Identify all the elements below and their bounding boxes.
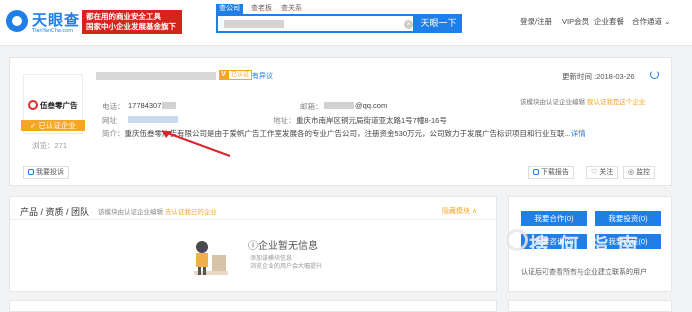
invest-button[interactable]: 我要投资(0) [595, 211, 661, 226]
verified-company-badge: ✓ 已认证企业 [21, 120, 85, 131]
products-note: 该模块由认证企业编辑 去认证我已的企业 [98, 206, 217, 216]
email-label: 邮箱： [300, 102, 323, 111]
products-section: 产品 / 资质 / 团队 该模块由认证企业编辑 去认证我已的企业 隐藏模块 ∧ … [9, 196, 497, 292]
eye-icon: ◎ [628, 169, 635, 176]
section-divider [10, 219, 496, 220]
brand-name[interactable]: 天眼查 [32, 9, 80, 30]
next-section-edge [9, 300, 497, 312]
company-name-blurred [96, 72, 216, 80]
brand-logo-icon[interactable] [6, 10, 28, 32]
website-blurred[interactable] [128, 116, 178, 123]
tab-boss[interactable]: 查老板 [248, 4, 275, 14]
search-input[interactable]: × [216, 14, 415, 33]
search-button[interactable]: 天眼一下 [415, 14, 462, 33]
monitor-button[interactable]: ◎ 监控 [623, 166, 656, 179]
empty-title: ⓘ企业暂无信息 [248, 237, 318, 252]
module-notice: 该模块由认证企业编辑 我认证我是这个企业 [520, 96, 645, 106]
empty-sub-2: 浏览企业的用户会大幅提升 [250, 264, 323, 270]
update-time: 更新时间 :2018-03-26 [562, 72, 635, 81]
slogan-line-1: 都在用的商业安全工具 [86, 12, 161, 21]
products-title: 产品 / 资质 / 团队 [20, 207, 90, 217]
phone-blurred [162, 102, 176, 109]
phone-value: 17784307 [128, 101, 162, 110]
sidebar-next-edge [508, 300, 672, 312]
view-count: 浏览：271 [32, 141, 68, 150]
empty-subtitle: 添加该模块信息 浏览企业的用户会大幅提升 [250, 255, 322, 271]
v-badge-icon: V [219, 70, 228, 80]
download-report-label: 下载报告 [541, 169, 569, 176]
empty-sub-1: 添加该模块信息 [250, 256, 293, 262]
products-claim-link[interactable]: 去认证我已的企业 [165, 209, 217, 216]
info-icon: ⓘ [248, 241, 258, 252]
nav-login[interactable]: 登录/注册 [520, 16, 552, 27]
company-logo-text: 伍叁零广告 [40, 101, 78, 110]
claim-link[interactable]: 我认证我是这个企业 [587, 99, 646, 106]
verified-company-label: 已认证企业 [38, 121, 76, 130]
nav-vip[interactable]: VIP会员 [562, 16, 589, 27]
empty-title-text: 企业暂无信息 [258, 241, 318, 252]
brand-slogan: 都在用的商业安全工具 国家中小企业发展基金旗下 [82, 10, 182, 34]
module-notice-text: 该模块由认证企业编辑 [520, 99, 585, 106]
red-arrow-annotation [161, 130, 231, 157]
email-value: @qq.com [355, 101, 388, 110]
email-blurred [324, 102, 354, 109]
address-label: 地址： [273, 116, 296, 125]
company-logo-ring-icon [28, 100, 38, 110]
address-value: 重庆市南岸区铜元局街道亚太路1号7幢8-16号 [296, 116, 447, 125]
nav-channel-label: 合作通道 [632, 17, 662, 26]
search-query-blurred [224, 20, 284, 28]
dispute-link[interactable]: 有异议 [252, 71, 273, 81]
action-row: 我要投诉 下载报告 ♡ 关注 ◎ 监控 [20, 166, 660, 180]
chevron-down-icon: ⌄ [664, 17, 671, 26]
download-icon [533, 169, 539, 175]
refresh-icon[interactable] [650, 70, 659, 79]
follow-button-label: 关注 [599, 169, 614, 176]
watermark-logo-icon [506, 229, 528, 251]
clear-icon[interactable]: × [404, 20, 413, 29]
monitor-button-label: 监控 [636, 169, 651, 176]
nav-channel[interactable]: 合作通道 ⌄ [632, 16, 670, 27]
tab-company[interactable]: 查公司 [216, 4, 243, 14]
report-button-label: 我要投诉 [36, 169, 64, 176]
brand-domain: TianYanCha.com [32, 28, 74, 34]
hide-module-toggle[interactable]: 隐藏模块 ∧ [442, 206, 477, 216]
download-report-button[interactable]: 下载报告 [528, 166, 574, 179]
top-bar: 天眼查 TianYanCha.com 都在用的商业安全工具 国家中小企业发展基金… [0, 0, 692, 46]
report-button[interactable]: 我要投诉 [23, 166, 69, 179]
watermark-text: 搜 何 指 南 [529, 235, 640, 257]
slogan-line-2: 国家中小企业发展基金旗下 [86, 22, 176, 31]
website-label: 网址 [102, 116, 117, 125]
follow-button[interactable]: ♡ 关注 [586, 166, 619, 179]
phone-label: 电话： [102, 102, 125, 111]
check-icon: ✓ [30, 121, 37, 130]
watermark-domain: chinamaojie.com [536, 268, 612, 279]
products-note-text: 该模块由认证企业编辑 [98, 209, 163, 216]
intro-label: 简介： [102, 129, 125, 138]
nav-package[interactable]: 企业套餐 [594, 16, 624, 27]
company-header: 伍叁零广告 ✓ 已认证企业 浏览：271 V 已认证 有异议 更新时间 :201… [9, 57, 672, 186]
empty-state-person-icon [194, 241, 228, 275]
intro-more-link[interactable]: 详情 [571, 129, 586, 138]
verified-text: 已认证 [228, 70, 253, 80]
tab-relation[interactable]: 查关系 [278, 4, 305, 14]
cooperate-button[interactable]: 我要合作(0) [521, 211, 587, 226]
warning-icon [28, 169, 34, 175]
heart-icon: ♡ [591, 169, 598, 176]
